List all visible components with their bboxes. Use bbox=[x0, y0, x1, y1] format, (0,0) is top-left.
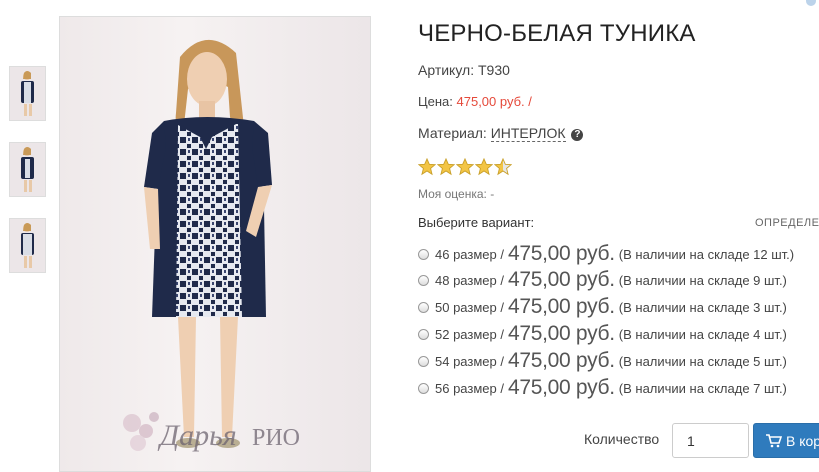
variant-radio[interactable] bbox=[418, 382, 429, 394]
variant-size: 48 размер / bbox=[435, 272, 504, 288]
variant-stock: (В наличии на складе 3 шт.) bbox=[618, 299, 787, 315]
variant-radio[interactable] bbox=[418, 328, 429, 340]
star-icon[interactable] bbox=[418, 158, 436, 176]
star-half-icon[interactable] bbox=[494, 158, 512, 176]
sku-value: T930 bbox=[477, 62, 510, 78]
sku-label: Артикул: bbox=[418, 62, 475, 78]
price-value: 475,00 руб. bbox=[456, 94, 525, 109]
star-icon[interactable] bbox=[475, 158, 493, 176]
variant-price: 475,00 руб. bbox=[507, 322, 615, 345]
product-thumbnail-2[interactable] bbox=[9, 142, 46, 197]
product-main-image[interactable]: Дарья РИО bbox=[59, 16, 371, 472]
size-guide-link[interactable]: ОПРЕДЕЛЕН bbox=[755, 217, 819, 229]
variant-radio[interactable] bbox=[418, 248, 429, 260]
product-thumbnail-1[interactable] bbox=[9, 66, 46, 121]
variant-price: 475,00 руб. bbox=[507, 376, 615, 399]
variant-radio[interactable] bbox=[418, 355, 429, 367]
my-rating: Моя оценка: - bbox=[418, 187, 494, 201]
variant-option[interactable]: 56 размер / 475,00 руб. (В наличии на ск… bbox=[418, 376, 787, 400]
product-title: ЧЕРНО-БЕЛАЯ ТУНИКА bbox=[418, 20, 696, 47]
variant-price: 475,00 руб. bbox=[507, 295, 615, 318]
dress-photo-thumbnail bbox=[10, 67, 45, 120]
variant-size: 50 размер / bbox=[435, 299, 504, 315]
variant-stock: (В наличии на складе 9 шт.) bbox=[618, 272, 787, 288]
star-icon[interactable] bbox=[456, 158, 474, 176]
variant-option[interactable]: 52 размер / 475,00 руб. (В наличии на ск… bbox=[418, 322, 787, 346]
add-to-cart-button[interactable]: В кор bbox=[753, 423, 819, 458]
dress-model-photo: Дарья РИО bbox=[123, 39, 300, 452]
my-rating-value: - bbox=[490, 187, 495, 201]
variant-stock: (В наличии на складе 5 шт.) bbox=[618, 353, 787, 369]
choose-variant-label: Выберите вариант: bbox=[418, 215, 535, 230]
price-suffix: / bbox=[528, 94, 532, 109]
product-thumbnail-3[interactable] bbox=[9, 218, 46, 273]
price-label: Цена: bbox=[418, 94, 453, 109]
my-rating-label: Моя оценка: bbox=[418, 187, 487, 201]
variant-stock: (В наличии на складе 7 шт.) bbox=[618, 380, 787, 396]
scroll-indicator bbox=[806, 0, 816, 6]
variant-size: 54 размер / bbox=[435, 353, 504, 369]
variant-option[interactable]: 48 размер / 475,00 руб. (В наличии на ск… bbox=[418, 268, 787, 292]
variant-price: 475,00 руб. bbox=[507, 242, 615, 265]
material-link[interactable]: ИНТЕРЛОК bbox=[490, 125, 566, 142]
variant-size: 52 размер / bbox=[435, 326, 504, 342]
rating-stars[interactable] bbox=[418, 158, 513, 178]
quantity-input[interactable] bbox=[672, 423, 749, 458]
variant-stock: (В наличии на складе 4 шт.) bbox=[618, 326, 787, 342]
variant-option[interactable]: 46 размер / 475,00 руб. (В наличии на ск… bbox=[418, 242, 794, 266]
material-label: Материал: bbox=[418, 125, 487, 141]
sku-row: Артикул: T930 bbox=[418, 62, 510, 78]
cart-icon bbox=[766, 433, 782, 447]
variant-price: 475,00 руб. bbox=[507, 349, 615, 372]
watermark-caps-text: РИО bbox=[252, 425, 300, 451]
add-to-cart-label: В кор bbox=[786, 432, 819, 449]
quantity-label: Количество bbox=[584, 431, 660, 447]
star-icon[interactable] bbox=[437, 158, 455, 176]
variant-radio[interactable] bbox=[418, 274, 429, 286]
price-row: Цена: 475,00 руб. / bbox=[418, 94, 532, 109]
question-circle-icon[interactable]: ? bbox=[571, 129, 584, 141]
variant-size: 56 размер / bbox=[435, 380, 504, 396]
variant-stock: (В наличии на складе 12 шт.) bbox=[618, 246, 795, 262]
variant-option[interactable]: 50 размер / 475,00 руб. (В наличии на ск… bbox=[418, 295, 787, 319]
variant-radio[interactable] bbox=[418, 301, 429, 313]
variant-option[interactable]: 54 размер / 475,00 руб. (В наличии на ск… bbox=[418, 349, 787, 373]
dress-photo-thumbnail bbox=[10, 143, 45, 196]
variant-price: 475,00 руб. bbox=[507, 268, 615, 291]
watermark-flower-graphic bbox=[123, 412, 159, 451]
dress-photo-thumbnail bbox=[10, 219, 45, 272]
variant-size: 46 размер / bbox=[435, 246, 504, 262]
watermark-script-text: Дарья bbox=[157, 419, 237, 452]
material-row: Материал: ИНТЕРЛОК ? bbox=[418, 125, 584, 142]
